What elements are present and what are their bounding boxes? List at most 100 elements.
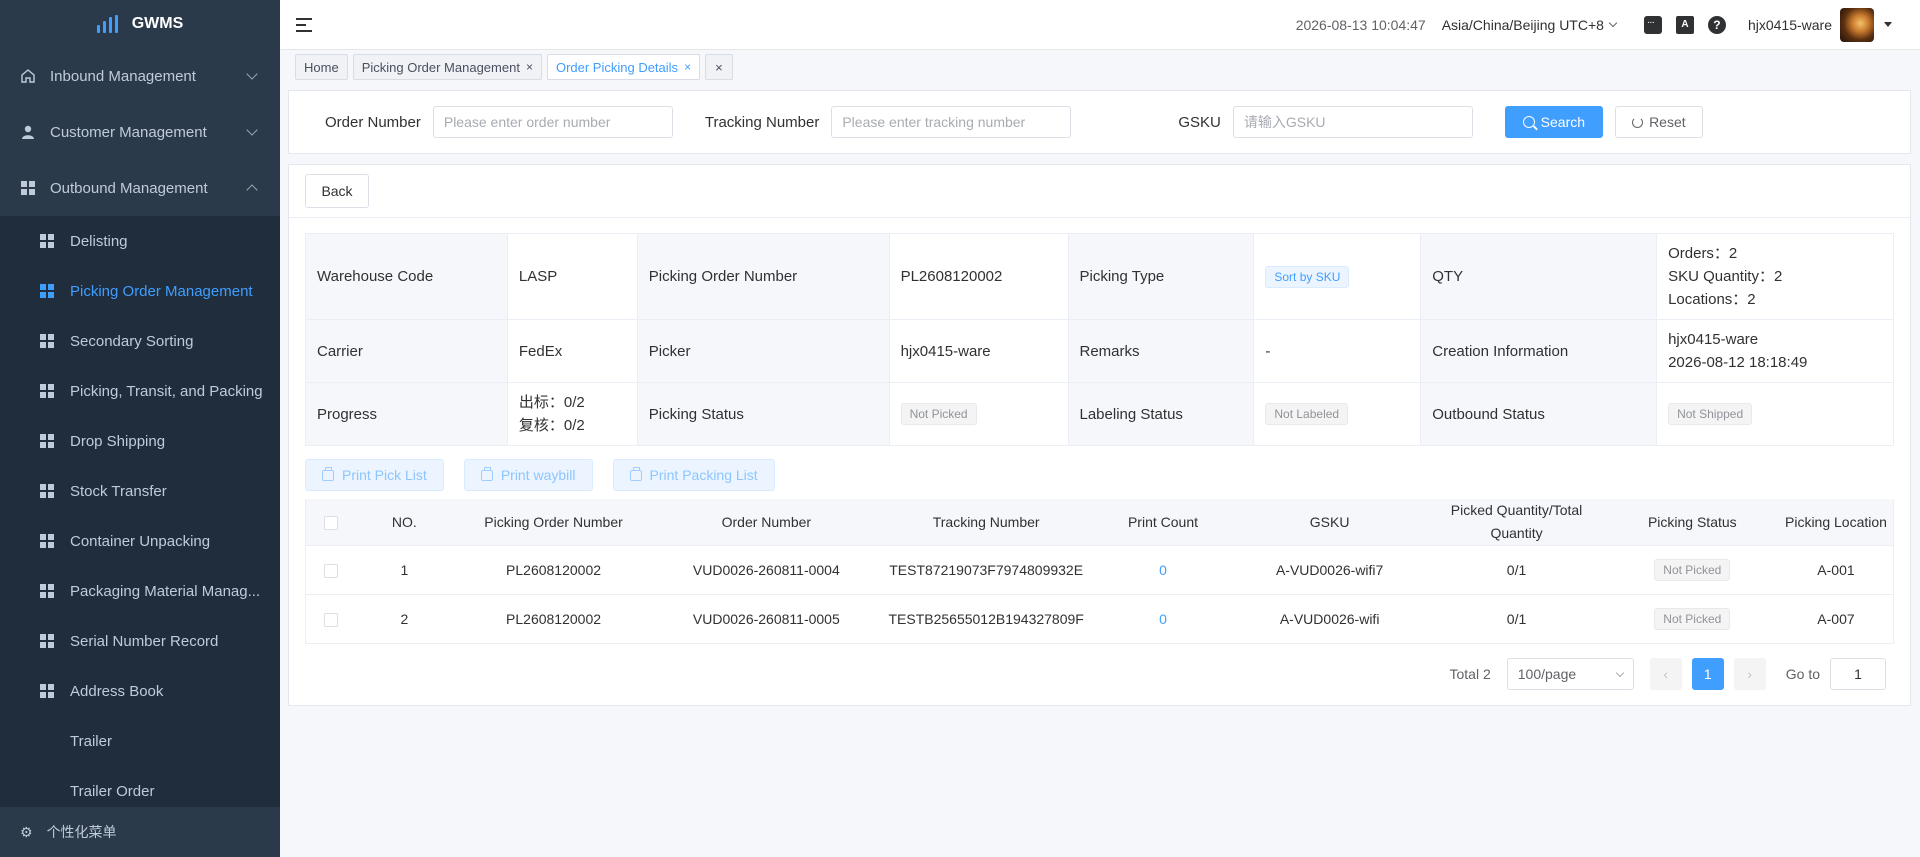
personalize-menu-button[interactable]: ⚙ 个性化菜单	[0, 807, 280, 857]
back-button[interactable]: Back	[305, 174, 369, 208]
sidebar-group-inbound[interactable]: Inbound Management	[0, 48, 280, 104]
cell-picking-location: A-007	[1778, 594, 1894, 644]
sidebar-item-picking-transit-packing[interactable]: Picking, Transit, and Packing	[0, 366, 280, 416]
picking-status-label: Picking Status	[636, 382, 890, 446]
sidebar-item-label: Stock Transfer	[70, 482, 167, 500]
creator: hjx0415-ware	[1668, 331, 1759, 348]
sidebar-item-secondary-sorting[interactable]: Secondary Sorting	[0, 316, 280, 366]
message-icon[interactable]	[1643, 15, 1662, 34]
goto-label: Go to	[1785, 666, 1820, 682]
outbound-status-label: Outbound Status	[1420, 382, 1658, 446]
chevron-up-icon	[246, 184, 258, 196]
picking-details-descriptions: Warehouse Code LASP Picking Order Number…	[305, 233, 1894, 446]
picker-value: hjx0415-ware	[888, 319, 1069, 383]
timezone-select[interactable]: Asia/China/Beijing UTC+8	[1442, 17, 1618, 33]
close-icon[interactable]: ×	[684, 60, 691, 74]
printer-icon	[480, 466, 493, 481]
sidebar-item-packaging-material[interactable]: Packaging Material Manag...	[0, 566, 280, 616]
header-right: 2026-08-13 10:04:47 Asia/China/Beijing U…	[1296, 0, 1920, 50]
column-header: Picking Order Number	[452, 499, 655, 546]
labeling-status-cell: Not Labeled	[1253, 382, 1422, 446]
sidebar-item-stock-transfer[interactable]: Stock Transfer	[0, 466, 280, 516]
sidebar-item-delisting[interactable]: Delisting	[0, 216, 280, 266]
print-waybill-button[interactable]: Print waybill	[463, 459, 593, 491]
table-row: 1 PL2608120002 VUD0026-260811-0004 TEST8…	[305, 545, 1894, 595]
table-header-row: NO. Picking Order Number Order Number Tr…	[305, 499, 1894, 546]
sidebar-group-customer[interactable]: Customer Management	[0, 104, 280, 160]
gear-icon: ⚙	[20, 823, 33, 840]
column-header: Order Number	[654, 499, 879, 546]
sidebar-item-container-unpacking[interactable]: Container Unpacking	[0, 516, 280, 566]
print-pick-list-button[interactable]: Print Pick List	[305, 459, 444, 491]
chevron-down-icon	[246, 68, 258, 80]
select-all-checkbox[interactable]	[324, 515, 339, 530]
qty-label: QTY	[1420, 233, 1658, 320]
grid-icon	[40, 584, 54, 598]
back-row: Back	[289, 165, 1910, 218]
close-icon[interactable]: ×	[526, 60, 533, 74]
grid-icon	[21, 181, 35, 195]
sidebar-item-address-book[interactable]: Address Book	[0, 666, 280, 716]
row-select-cell	[305, 594, 357, 644]
table-row: 2 PL2608120002 VUD0026-260811-0005 TESTB…	[305, 594, 1894, 644]
warehouse-code-value: LASP	[506, 233, 638, 320]
cell-picking-order-number: PL2608120002	[452, 594, 655, 644]
tracking-number-input[interactable]	[831, 106, 1072, 138]
sidebar-group-outbound[interactable]: Outbound Management	[0, 160, 280, 216]
reset-button[interactable]: Reset	[1614, 106, 1703, 138]
labeling-status-label: Labeling Status	[1067, 382, 1255, 446]
row-select-cell	[305, 545, 357, 595]
collapse-menu-icon[interactable]	[296, 17, 312, 32]
help-icon[interactable]: ?	[1707, 15, 1726, 34]
gsku-input[interactable]	[1232, 106, 1473, 138]
sidebar: GWMS Inbound Management Customer Managem…	[0, 0, 280, 857]
tab-home[interactable]: Home	[295, 54, 348, 80]
next-page-button[interactable]: ›	[1733, 658, 1766, 690]
print-count-link[interactable]: 0	[1159, 562, 1167, 578]
pagination-total: Total 2	[1449, 666, 1491, 682]
row-checkbox[interactable]	[324, 564, 339, 579]
cell-tracking-number: TEST87219073F7974809932E	[878, 545, 1095, 595]
printer-icon	[629, 466, 642, 481]
print-count-link[interactable]: 0	[1159, 611, 1167, 627]
order-number-input[interactable]	[432, 106, 673, 138]
goto-page-input[interactable]	[1830, 658, 1886, 690]
prev-page-button[interactable]: ‹	[1649, 658, 1682, 690]
column-header: GSKU	[1231, 499, 1428, 546]
caret-down-icon[interactable]	[1884, 22, 1892, 27]
qty-sku-quantity: SKU Quantity：2	[1668, 268, 1783, 285]
sidebar-item-label: Trailer Order	[70, 782, 155, 800]
sidebar-item-drop-shipping[interactable]: Drop Shipping	[0, 416, 280, 466]
progress-value: 出标：0/2 复核：0/2	[506, 382, 638, 446]
sidebar-item-trailer[interactable]: Trailer	[0, 716, 280, 766]
tab-order-picking-details[interactable]: Order Picking Details ×	[546, 54, 701, 80]
progress-label: Progress	[305, 382, 508, 446]
page-size-select[interactable]: 100/page	[1506, 658, 1634, 690]
remarks-label: Remarks	[1067, 319, 1255, 383]
translate-icon[interactable]: A	[1675, 15, 1694, 34]
app-logo[interactable]: GWMS	[0, 0, 280, 48]
username[interactable]: hjx0415-ware	[1748, 17, 1832, 33]
sidebar-item-picking-order-management[interactable]: Picking Order Management	[0, 266, 280, 316]
sidebar-item-label: Container Unpacking	[70, 532, 211, 550]
picking-type-label: Picking Type	[1067, 233, 1255, 320]
home-icon	[21, 69, 35, 83]
row-checkbox[interactable]	[324, 613, 339, 628]
sidebar-item-serial-number-record[interactable]: Serial Number Record	[0, 616, 280, 666]
tab-picking-order-management[interactable]: Picking Order Management ×	[352, 54, 542, 80]
avatar[interactable]	[1840, 7, 1874, 42]
grid-icon	[40, 434, 54, 448]
close-all-tabs-button[interactable]: ×	[705, 54, 733, 80]
grid-icon	[40, 284, 54, 298]
search-button[interactable]: Search	[1504, 106, 1603, 138]
close-icon: ×	[715, 59, 723, 75]
carrier-label: Carrier	[305, 319, 508, 383]
picking-items-table: NO. Picking Order Number Order Number Tr…	[305, 499, 1894, 644]
page-number-button[interactable]: 1	[1691, 658, 1724, 690]
print-packing-list-label: Print Packing List	[649, 467, 758, 483]
cell-picked-total: 0/1	[1427, 545, 1606, 595]
cell-tracking-number: TESTB25655012B194327809F	[878, 594, 1095, 644]
print-packing-list-button[interactable]: Print Packing List	[612, 459, 775, 491]
grid-icon	[40, 234, 54, 248]
remarks-value: -	[1253, 319, 1422, 383]
